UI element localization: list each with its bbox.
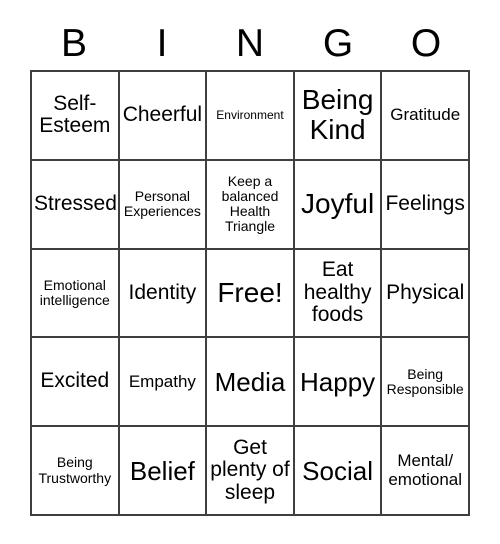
bingo-cell-b5[interactable]: Being Trustworthy xyxy=(32,427,120,516)
bingo-cell-b2[interactable]: Stressed xyxy=(32,160,120,250)
bingo-cell-i3[interactable]: Identity xyxy=(119,249,208,339)
bingo-cell-label: Excited xyxy=(40,369,110,393)
bingo-cell-label: Self- Esteem xyxy=(39,91,111,138)
bingo-grid: Self- Esteem Cheerful Environment Being … xyxy=(30,70,470,516)
bingo-cell-b3[interactable]: Emotional intelligence xyxy=(32,249,120,339)
bingo-cell-g5[interactable]: Social xyxy=(294,427,383,516)
bingo-cell-label: Physical xyxy=(386,280,465,304)
bingo-cell-label: Belief xyxy=(129,455,195,486)
bingo-cell-label: Eat healthy foods xyxy=(303,257,372,327)
bingo-cell-label: Personal Experiences xyxy=(123,188,201,220)
bingo-cell-label: Keep a balanced Health Triangle xyxy=(221,172,279,235)
bingo-cell-g4[interactable]: Happy xyxy=(294,338,383,428)
bingo-cell-label: Social xyxy=(302,455,373,486)
bingo-cell-g1[interactable]: Being Kind xyxy=(294,72,383,161)
bingo-cell-i1[interactable]: Cheerful xyxy=(119,72,208,161)
bingo-cell-n2[interactable]: Keep a balanced Health Triangle xyxy=(207,160,295,250)
bingo-card: B I N G O Self- Esteem Cheerful Environm… xyxy=(0,0,500,544)
bingo-cell-free-space[interactable]: Free! xyxy=(207,249,295,339)
bingo-free-space-label: Free! xyxy=(217,276,283,308)
bingo-cell-label: Mental/ emotional xyxy=(388,451,463,489)
bingo-cell-b4[interactable]: Excited xyxy=(32,338,120,428)
bingo-cell-g2[interactable]: Joyful xyxy=(294,160,383,250)
bingo-cell-n5[interactable]: Get plenty of sleep xyxy=(207,427,295,516)
bingo-cell-g3[interactable]: Eat healthy foods xyxy=(294,249,383,339)
bingo-cell-o2[interactable]: Feelings xyxy=(382,160,470,250)
bingo-cell-label: Empathy xyxy=(128,371,196,391)
bingo-header-letter-g: G xyxy=(322,21,354,65)
bingo-cell-i2[interactable]: Personal Experiences xyxy=(119,160,208,250)
bingo-header-letter-o: O xyxy=(410,21,442,65)
bingo-cell-i4[interactable]: Empathy xyxy=(119,338,208,428)
bingo-header-row: B I N G O xyxy=(30,18,470,68)
bingo-cell-o4[interactable]: Being Responsible xyxy=(382,338,470,428)
bingo-cell-n1[interactable]: Environment xyxy=(207,72,295,161)
bingo-cell-o5[interactable]: Mental/ emotional xyxy=(382,427,470,516)
bingo-cell-i5[interactable]: Belief xyxy=(119,427,208,516)
bingo-header-letter-b: B xyxy=(60,21,87,65)
bingo-cell-label: Get plenty of sleep xyxy=(210,435,290,504)
bingo-cell-label: Stressed xyxy=(34,191,117,215)
bingo-cell-label: Happy xyxy=(300,366,376,397)
bingo-cell-label: Joyful xyxy=(301,188,375,220)
bingo-cell-label: Emotional intelligence xyxy=(39,276,110,308)
bingo-cell-o1[interactable]: Gratitude xyxy=(382,72,470,161)
bingo-cell-o3[interactable]: Physical xyxy=(382,249,470,339)
bingo-header-letter-i: I xyxy=(156,21,168,65)
bingo-cell-label: Cheerful xyxy=(122,103,203,127)
bingo-cell-label: Environment xyxy=(216,107,284,122)
bingo-cell-label: Media xyxy=(214,366,286,397)
bingo-cell-label: Being Kind xyxy=(301,84,374,146)
bingo-header-letter-n: N xyxy=(235,21,265,65)
bingo-cell-label: Being Trustworthy xyxy=(38,454,112,486)
bingo-cell-label: Feelings xyxy=(385,191,465,215)
bingo-cell-label: Gratitude xyxy=(390,105,461,125)
bingo-cell-label: Identity xyxy=(128,280,197,304)
bingo-cell-label: Being Responsible xyxy=(386,365,464,397)
bingo-cell-n4[interactable]: Media xyxy=(207,338,295,428)
bingo-cell-b1[interactable]: Self- Esteem xyxy=(32,72,120,161)
